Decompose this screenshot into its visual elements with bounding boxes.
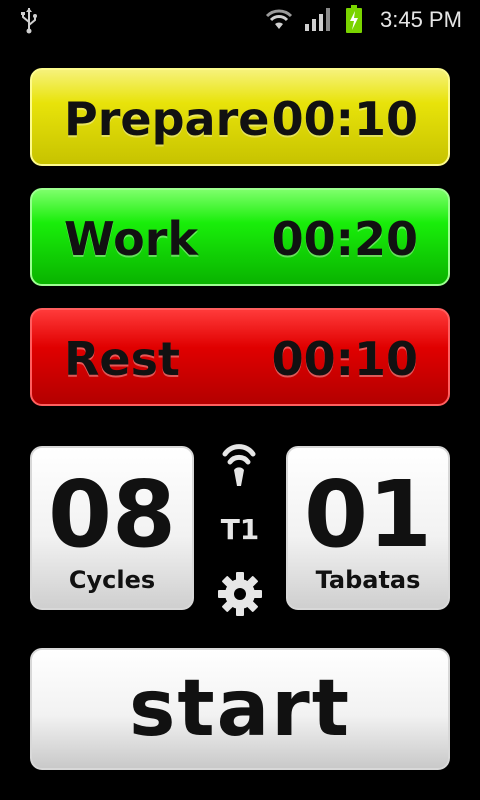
wifi-icon xyxy=(265,9,293,29)
work-label: Work xyxy=(64,212,198,266)
cycles-label: Cycles xyxy=(68,566,156,594)
profile-label[interactable]: T1 xyxy=(212,510,268,550)
battery-charging-icon xyxy=(346,5,362,33)
prepare-time: 00:10 xyxy=(271,92,418,146)
start-button[interactable]: start xyxy=(30,648,450,770)
prepare-bar[interactable]: Prepare 00:10 xyxy=(30,68,450,166)
start-label: start xyxy=(128,664,352,754)
usb-icon xyxy=(21,8,37,34)
work-bar[interactable]: Work 00:20 xyxy=(30,188,450,286)
tabatas-label: Tabatas xyxy=(315,566,421,594)
status-time: 3:45 PM xyxy=(380,7,462,32)
prepare-label: Prepare xyxy=(64,92,270,146)
gear-icon[interactable] xyxy=(216,570,264,618)
rest-time: 00:10 xyxy=(271,332,418,386)
rest-bar[interactable]: Rest 00:10 xyxy=(30,308,450,406)
wireless-icon[interactable] xyxy=(216,438,262,488)
status-bar: 3:45 PM xyxy=(0,0,480,38)
rest-label: Rest xyxy=(64,332,180,386)
signal-icon xyxy=(305,8,330,31)
cycles-value: 08 xyxy=(47,461,177,568)
tabatas-counter[interactable]: 01 Tabatas xyxy=(286,446,450,610)
tabatas-value: 01 xyxy=(303,461,433,568)
work-time: 00:20 xyxy=(271,212,418,266)
cycles-counter[interactable]: 08 Cycles xyxy=(30,446,194,610)
